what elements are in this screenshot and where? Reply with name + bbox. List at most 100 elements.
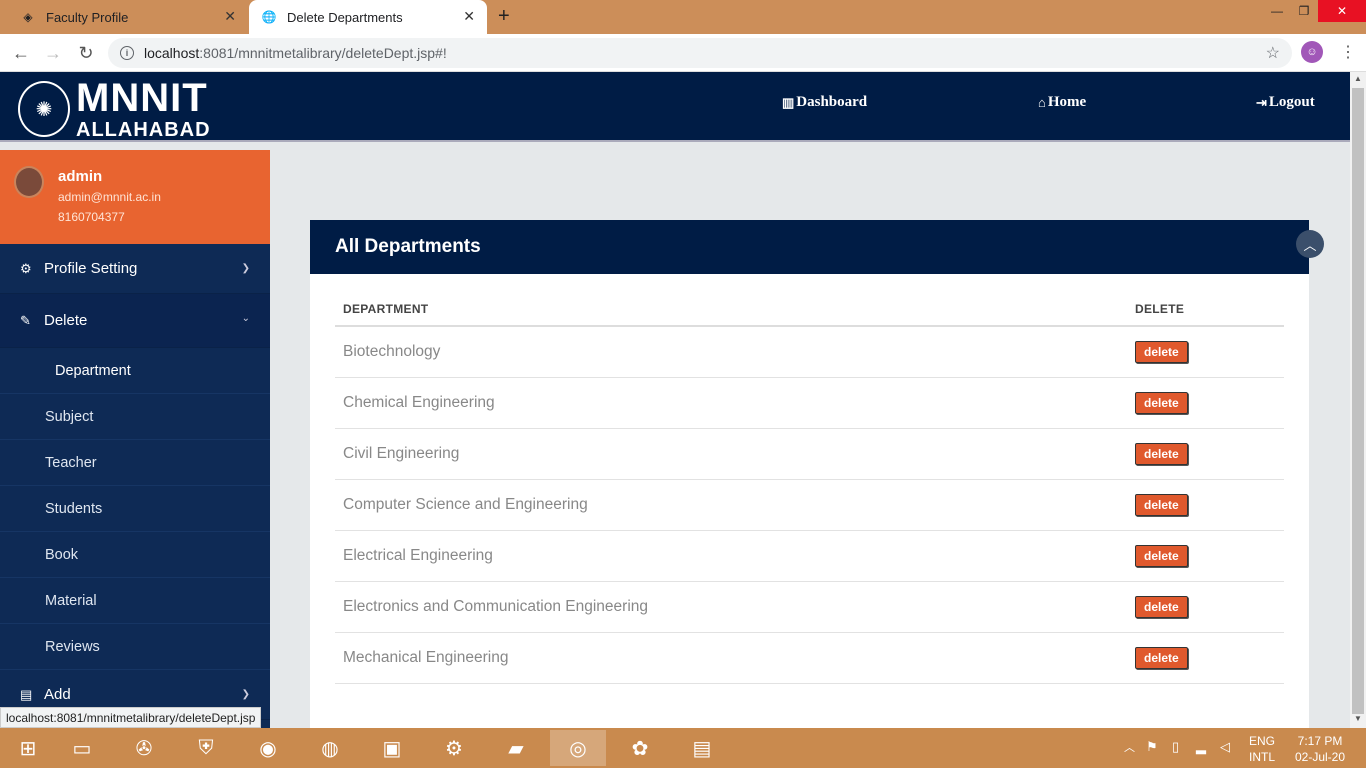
app-file-explorer-icon[interactable]: ▰ bbox=[488, 730, 544, 766]
tab-close-icon[interactable]: ✕ bbox=[224, 8, 236, 25]
app-shield-icon[interactable]: ⛨ bbox=[178, 730, 234, 766]
tray-volume-icon[interactable]: ◁ bbox=[1220, 739, 1230, 755]
department-name: Biotechnology bbox=[335, 326, 1127, 378]
departments-card: All Departments ︿ DEPARTMENT DELETE Biot… bbox=[310, 220, 1324, 728]
sidebar-subitem-reviews[interactable]: Reviews bbox=[0, 624, 270, 670]
restore-icon[interactable]: ❐ bbox=[1290, 0, 1318, 22]
nav-dashboard-label: Dashboard bbox=[796, 94, 868, 110]
app-window-icon[interactable]: ▤ bbox=[674, 730, 730, 766]
reload-icon[interactable]: ↻ bbox=[75, 42, 97, 64]
windows-start-icon[interactable]: ⊞ bbox=[0, 730, 56, 766]
table-row: Computer Science and Engineering delete bbox=[335, 479, 1284, 531]
language-indicator[interactable]: ENG INTL bbox=[1248, 733, 1276, 765]
tab-title: Faculty Profile bbox=[46, 9, 129, 25]
delete-cell: delete bbox=[1127, 326, 1284, 378]
clock[interactable]: 7:17 PM 02-Jul-20 bbox=[1290, 733, 1350, 765]
scroll-down-arrow-icon[interactable]: ▼ bbox=[1354, 714, 1362, 723]
delete-cell: delete bbox=[1127, 428, 1284, 480]
delete-cell: delete bbox=[1127, 530, 1284, 582]
institute-seal-icon: ✺ bbox=[18, 81, 70, 137]
delete-button[interactable]: delete bbox=[1135, 595, 1188, 618]
back-icon[interactable]: ← bbox=[10, 42, 32, 64]
app-notepad-icon[interactable]: ▭ bbox=[54, 730, 110, 766]
tray-battery-icon[interactable]: ▯ bbox=[1172, 739, 1179, 755]
globe-icon: 🌐 bbox=[261, 10, 277, 24]
info-icon[interactable]: i bbox=[120, 46, 134, 60]
tray-network-icon[interactable]: ▂ bbox=[1196, 739, 1206, 755]
app-tools-icon[interactable]: ✇ bbox=[116, 730, 172, 766]
url-path: :8081/mnnitmetalibrary/deleteDept.jsp#! bbox=[199, 45, 447, 61]
department-name: Electronics and Communication Engineerin… bbox=[335, 581, 1127, 633]
column-header-delete: DELETE bbox=[1127, 302, 1284, 327]
address-toolbar: ← → ↻ i localhost:8081/mnnitmetalibrary/… bbox=[0, 34, 1366, 72]
table-row: Electrical Engineering delete bbox=[335, 530, 1284, 582]
sidebar-subitem-teacher[interactable]: Teacher bbox=[0, 440, 270, 486]
sidebar-item-label: Delete bbox=[44, 312, 88, 329]
app-pdf-icon[interactable]: ▣ bbox=[364, 730, 420, 766]
tab-title: Delete Departments bbox=[287, 9, 403, 25]
bookmark-star-icon[interactable]: ☆ bbox=[1266, 43, 1280, 63]
app-java-ee-ide-icon[interactable]: ⚙ bbox=[426, 730, 482, 766]
tab-delete-departments[interactable]: 🌐 Delete Departments ✕ bbox=[249, 0, 487, 34]
windows-taskbar: ⊞ ▭ ✇ ⛨ ◉ ◍ ▣ ⚙ ▰ ◎ ✿ ▤ ︿ ⚑ ▯ ▂ ◁ ENG IN… bbox=[0, 728, 1366, 768]
nav-logout[interactable]: ⇥ Logout bbox=[1256, 94, 1315, 111]
new-tab-icon[interactable]: + bbox=[498, 5, 510, 28]
scroll-up-arrow-icon[interactable]: ▲ bbox=[1354, 74, 1362, 83]
sidebar-item-label: Profile Setting bbox=[44, 260, 138, 277]
browser-profile-avatar[interactable]: ☺ bbox=[1301, 41, 1323, 63]
sidebar-subitem-subject[interactable]: Subject bbox=[0, 394, 270, 440]
sidebar-item-profile-setting[interactable]: ⚙ Profile Setting ❯ bbox=[0, 244, 270, 294]
home-icon: ⌂ bbox=[1038, 94, 1046, 110]
department-name: Electrical Engineering bbox=[335, 530, 1127, 582]
minimize-icon[interactable]: — bbox=[1262, 0, 1292, 22]
department-name: Civil Engineering bbox=[335, 428, 1127, 480]
delete-button[interactable]: delete bbox=[1135, 493, 1188, 516]
sidebar: admin admin@mnnit.ac.in 8160704377 ⚙ Pro… bbox=[0, 150, 270, 728]
user-phone: 8160704377 bbox=[58, 210, 125, 224]
table-row: Chemical Engineering delete bbox=[335, 377, 1284, 429]
logo-line1: MNNIT bbox=[76, 76, 208, 120]
sidebar-item-delete[interactable]: ✎ Delete ⌄ bbox=[0, 294, 270, 348]
table-row: Electronics and Communication Engineerin… bbox=[335, 581, 1284, 633]
forward-icon[interactable]: → bbox=[42, 42, 64, 64]
sidebar-item-label: Add bbox=[44, 686, 71, 703]
chevron-right-icon: ❯ bbox=[241, 689, 250, 700]
chevron-up-icon[interactable]: ︿ bbox=[1296, 230, 1324, 258]
nav-home[interactable]: ⌂ Home bbox=[1038, 94, 1086, 111]
nav-home-label: Home bbox=[1047, 94, 1087, 110]
sidebar-subitem-students[interactable]: Students bbox=[0, 486, 270, 532]
sidebar-subitem-book[interactable]: Book bbox=[0, 532, 270, 578]
tray-flag-icon[interactable]: ⚑ bbox=[1146, 739, 1158, 755]
app-paint-icon[interactable]: ✿ bbox=[612, 730, 668, 766]
page-scrollbar[interactable]: ▲ ▼ bbox=[1350, 72, 1366, 728]
gears-icon: ⚙ bbox=[20, 260, 32, 276]
app-chrome-icon[interactable]: ◎ bbox=[550, 730, 606, 766]
app-firefox-icon[interactable]: ◍ bbox=[302, 730, 358, 766]
delete-button[interactable]: delete bbox=[1135, 646, 1188, 669]
pencil-icon: ✎ bbox=[20, 312, 31, 328]
browser-menu-icon[interactable]: ⋮ bbox=[1340, 42, 1356, 62]
tab-faculty-profile[interactable]: ◈ Faculty Profile ✕ bbox=[8, 0, 248, 34]
keyboard-layout: INTL bbox=[1248, 750, 1275, 764]
tab-close-icon[interactable]: ✕ bbox=[463, 8, 475, 25]
delete-cell: delete bbox=[1127, 479, 1284, 531]
delete-button[interactable]: delete bbox=[1135, 544, 1188, 567]
tray-chevron-icon[interactable]: ︿ bbox=[1124, 740, 1135, 756]
delete-cell: delete bbox=[1127, 581, 1284, 633]
nav-dashboard[interactable]: ▥ Dashboard bbox=[782, 94, 867, 111]
sidebar-subitem-department[interactable]: Department bbox=[0, 348, 270, 394]
card-title: All Departments bbox=[310, 220, 1309, 274]
url-bar[interactable]: i localhost:8081/mnnitmetalibrary/delete… bbox=[108, 38, 1292, 68]
sidebar-subitem-label: Book bbox=[45, 546, 79, 563]
scrollbar-thumb[interactable] bbox=[1352, 88, 1364, 714]
window-close-icon[interactable]: ✕ bbox=[1318, 0, 1366, 22]
mnnit-logo[interactable]: ✺ MNNIT ALLAHABAD bbox=[18, 78, 211, 140]
delete-button[interactable]: delete bbox=[1135, 340, 1188, 363]
app-eclipse-icon[interactable]: ◉ bbox=[240, 730, 296, 766]
delete-button[interactable]: delete bbox=[1135, 391, 1188, 414]
delete-button[interactable]: delete bbox=[1135, 442, 1188, 465]
url-host: localhost bbox=[144, 45, 200, 61]
sidebar-subitem-material[interactable]: Material bbox=[0, 578, 270, 624]
bar-chart-icon: ▥ bbox=[782, 94, 795, 110]
browser-tab-bar: ◈ Faculty Profile ✕ 🌐 Delete Departments… bbox=[0, 0, 1366, 34]
